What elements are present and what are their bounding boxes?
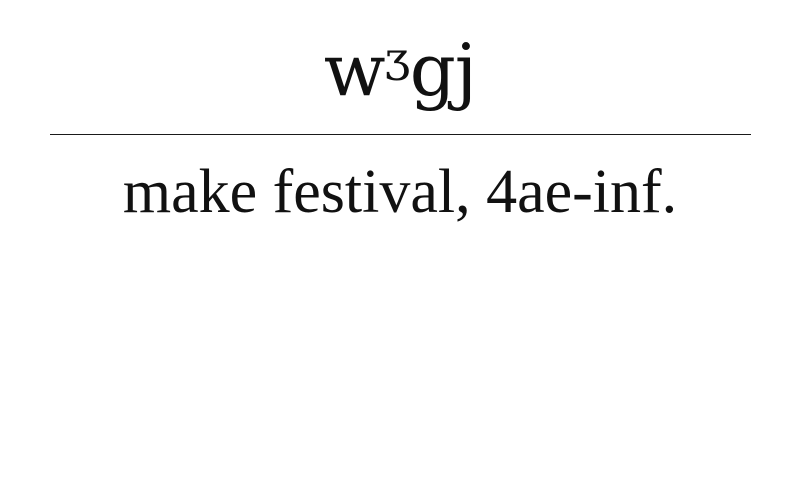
divider [50,134,751,135]
flashcard: wᶾgj make festival, 4ae-inf. [0,0,800,500]
definition: make festival, 4ae-inf. [122,158,678,226]
headword: wᶾgj [323,28,477,112]
